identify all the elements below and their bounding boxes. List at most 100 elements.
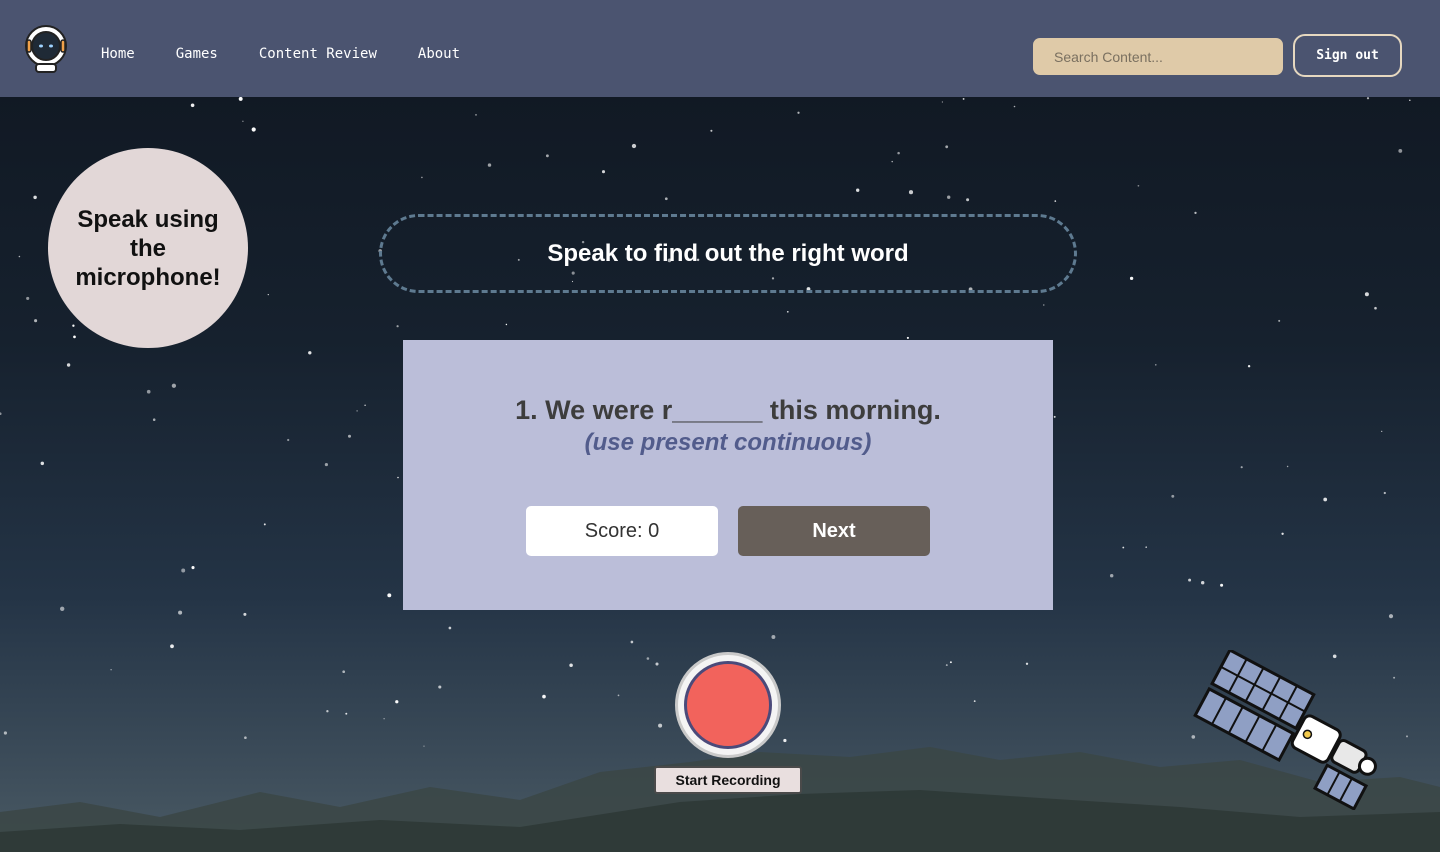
star	[1188, 578, 1192, 582]
star	[40, 461, 45, 466]
star	[1129, 276, 1134, 281]
star	[1122, 546, 1125, 549]
record-button[interactable]	[675, 652, 781, 758]
star	[243, 612, 247, 616]
star	[308, 351, 312, 355]
star	[658, 723, 663, 728]
star	[973, 700, 976, 702]
star	[966, 198, 970, 202]
next-button[interactable]: Next	[738, 506, 930, 556]
score-display: Score: 0	[526, 506, 718, 556]
star	[1247, 364, 1251, 368]
star	[1281, 532, 1284, 535]
star	[617, 694, 620, 697]
star	[1383, 491, 1386, 495]
star	[945, 145, 949, 149]
astronaut-icon[interactable]	[20, 22, 72, 74]
star	[395, 700, 399, 704]
star	[947, 195, 951, 199]
star	[267, 293, 269, 296]
star	[73, 335, 76, 339]
star	[1013, 105, 1016, 108]
search-input[interactable]	[1033, 38, 1283, 75]
star	[397, 476, 399, 479]
star	[1145, 546, 1147, 548]
star	[631, 143, 637, 149]
star	[646, 657, 650, 660]
main-nav: Home Games Content Review About	[101, 46, 501, 62]
instruction-banner: Speak to find out the right word	[379, 214, 1077, 293]
star	[908, 190, 914, 195]
star	[170, 644, 174, 649]
start-recording-button[interactable]: Start Recording	[654, 766, 802, 794]
star	[171, 383, 177, 388]
star	[242, 120, 244, 123]
star	[26, 296, 30, 300]
star	[364, 404, 366, 406]
star	[786, 310, 789, 313]
star	[1201, 581, 1205, 585]
star	[856, 188, 860, 192]
star	[1025, 662, 1029, 665]
star	[251, 127, 256, 132]
nav-about[interactable]: About	[418, 46, 460, 62]
star	[387, 593, 392, 598]
star	[941, 101, 944, 103]
star	[263, 523, 266, 526]
star	[18, 255, 21, 258]
instruction-bubble: Speak using the microphone!	[48, 148, 248, 348]
star	[421, 176, 423, 179]
question-text: 1. We were r______ this morning.	[515, 395, 941, 425]
star	[797, 111, 800, 114]
star	[1109, 573, 1114, 578]
star	[1398, 148, 1403, 153]
satellite-icon	[1193, 650, 1377, 810]
star	[1053, 415, 1056, 418]
star	[66, 363, 71, 367]
star	[945, 664, 948, 667]
star	[34, 319, 38, 323]
nav-content-review[interactable]: Content Review	[259, 46, 377, 62]
star	[152, 418, 156, 421]
star	[146, 389, 151, 394]
star	[60, 606, 65, 611]
star	[655, 662, 659, 666]
star	[1286, 465, 1289, 468]
star	[1409, 99, 1411, 102]
star	[1171, 494, 1175, 498]
star	[897, 151, 900, 155]
star	[190, 103, 195, 108]
star	[1043, 304, 1045, 306]
star	[1194, 211, 1197, 215]
star	[710, 129, 713, 132]
star	[1137, 184, 1140, 187]
star	[664, 197, 668, 201]
star	[33, 195, 37, 200]
star	[356, 410, 358, 412]
star	[906, 336, 909, 339]
star	[1054, 200, 1057, 202]
star	[396, 325, 399, 328]
star	[0, 412, 2, 416]
star	[326, 710, 329, 713]
star	[181, 568, 186, 573]
nav-games[interactable]: Games	[176, 46, 218, 62]
top-navbar: Home Games Content Review About Sign out	[0, 0, 1440, 97]
nav-home[interactable]: Home	[101, 46, 135, 62]
star	[542, 694, 546, 699]
star	[1374, 306, 1377, 310]
star	[487, 163, 492, 167]
star	[191, 566, 195, 570]
star	[569, 663, 573, 668]
question-card: 1. We were r______ this morning. (use pr…	[403, 340, 1053, 610]
record-dot-icon	[684, 661, 772, 749]
star	[448, 626, 452, 630]
star	[771, 635, 776, 639]
star	[962, 97, 965, 100]
star	[1220, 583, 1224, 587]
star	[324, 463, 328, 467]
star	[1364, 292, 1369, 297]
sign-out-button[interactable]: Sign out	[1293, 34, 1402, 77]
star	[1381, 430, 1383, 433]
star	[178, 610, 183, 615]
